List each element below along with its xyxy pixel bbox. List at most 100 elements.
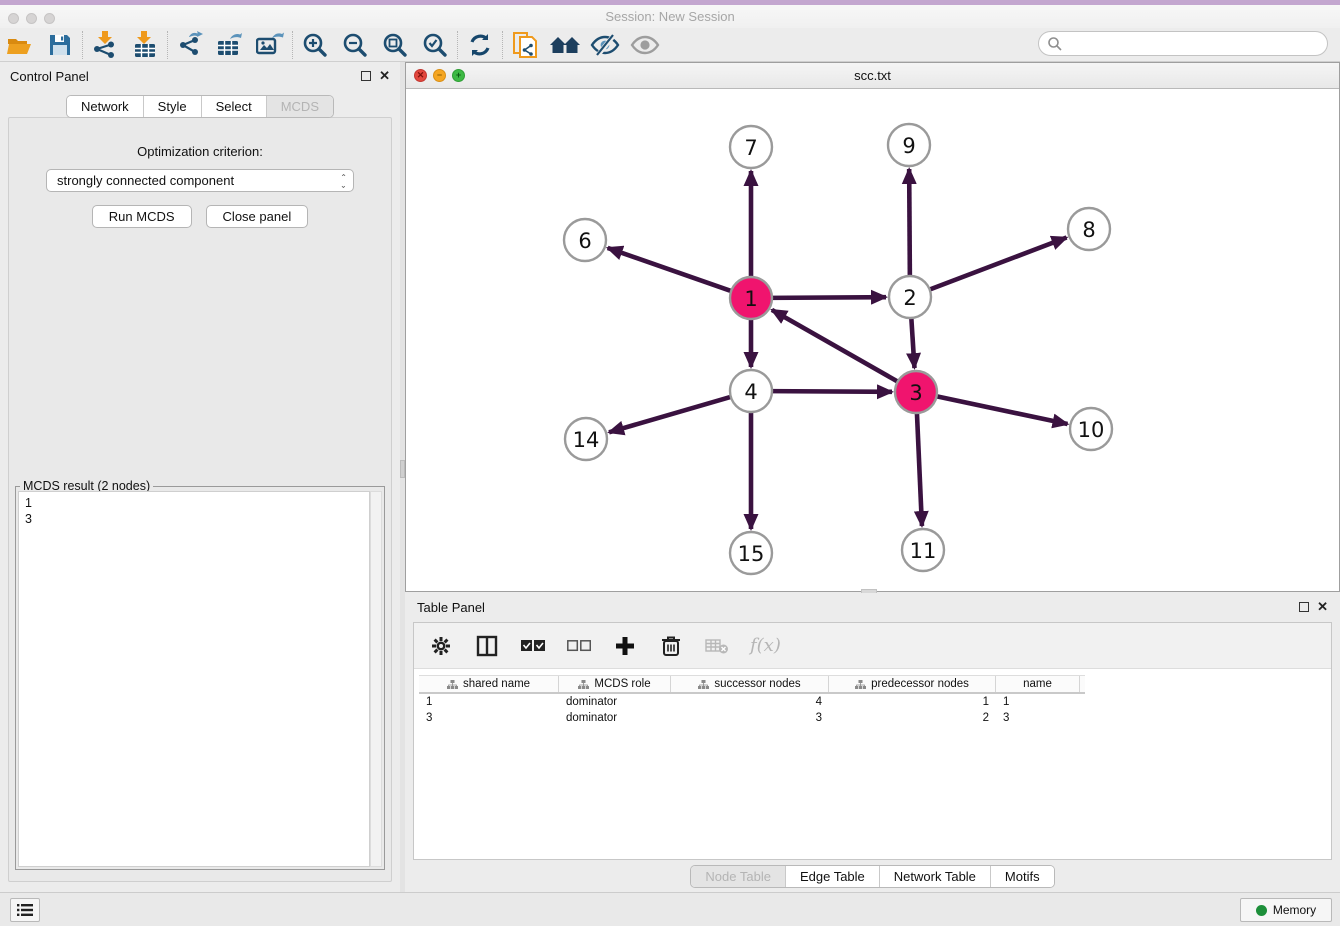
memory-button[interactable]: Memory [1240, 898, 1332, 922]
close-panel-icon[interactable]: ✕ [379, 71, 390, 81]
table-settings-button[interactable] [428, 633, 454, 659]
table-cell[interactable]: 3 [671, 712, 829, 724]
tab-motifs[interactable]: Motifs [991, 866, 1054, 887]
table-cell[interactable]: 4 [671, 696, 829, 708]
node-15[interactable]: 15 [730, 532, 772, 574]
maximize-window-button[interactable] [44, 13, 55, 24]
column-header-successor-nodes[interactable]: successor nodes [671, 676, 829, 692]
network-window-titlebar[interactable]: ✕ − + scc.txt [406, 63, 1339, 89]
save-session-button[interactable] [40, 29, 80, 61]
float-panel-icon[interactable] [361, 71, 371, 81]
criterion-select[interactable]: strongly connected component ⌃⌃ [46, 169, 354, 192]
add-column-button[interactable] [612, 633, 638, 659]
result-scrollbar[interactable] [370, 491, 382, 867]
tab-style[interactable]: Style [144, 96, 202, 117]
delete-table-button[interactable] [704, 633, 730, 659]
import-network-button[interactable] [85, 29, 125, 61]
maximize-view-button[interactable]: + [452, 69, 465, 82]
table-row-0[interactable]: 1dominator411 [419, 694, 1085, 710]
table-cell[interactable]: 1 [996, 696, 1080, 708]
minimize-window-button[interactable] [26, 13, 37, 24]
edge-3-1[interactable] [772, 310, 900, 383]
mcds-result-text[interactable]: 1 3 [18, 491, 370, 867]
close-view-button[interactable]: ✕ [414, 69, 427, 82]
deselect-all-button[interactable] [566, 633, 592, 659]
close-window-button[interactable] [8, 13, 19, 24]
tab-edge-table[interactable]: Edge Table [786, 866, 880, 887]
zoom-in-button[interactable] [295, 29, 335, 61]
edge-1-2[interactable] [770, 297, 886, 298]
node-14[interactable]: 14 [565, 418, 607, 460]
close-table-panel-icon[interactable]: ✕ [1317, 602, 1328, 612]
node-6[interactable]: 6 [564, 219, 606, 261]
zoom-out-button[interactable] [335, 29, 375, 61]
node-1[interactable]: 1 [730, 277, 772, 319]
edge-2-9[interactable] [909, 169, 910, 278]
node-10[interactable]: 10 [1070, 408, 1112, 450]
edge-1-6[interactable] [608, 248, 733, 292]
delete-column-button[interactable] [658, 633, 684, 659]
table-cell[interactable]: 2 [829, 712, 996, 724]
zoom-selected-icon [422, 32, 448, 58]
task-history-button[interactable] [10, 898, 40, 922]
edge-4-3[interactable] [770, 391, 892, 392]
column-visibility-button[interactable] [474, 633, 500, 659]
window-controls[interactable] [8, 13, 55, 24]
column-header-predecessor-nodes[interactable]: predecessor nodes [829, 676, 996, 692]
table-cell[interactable]: dominator [559, 696, 671, 708]
export-image-button[interactable] [250, 29, 290, 61]
zoom-selected-button[interactable] [415, 29, 455, 61]
home-button[interactable] [545, 29, 585, 61]
node-2[interactable]: 2 [889, 276, 931, 318]
table-row-1[interactable]: 3dominator323 [419, 710, 1085, 726]
import-table-button[interactable] [125, 29, 165, 61]
table-cell[interactable]: 1 [419, 696, 559, 708]
edge-2-3[interactable] [911, 316, 914, 368]
node-7[interactable]: 7 [730, 126, 772, 168]
node-label: 6 [578, 229, 591, 253]
edge-3-10[interactable] [935, 396, 1068, 424]
tab-node-table[interactable]: Node Table [691, 866, 786, 887]
tab-network-table[interactable]: Network Table [880, 866, 991, 887]
edge-4-14[interactable] [609, 396, 733, 432]
search-input[interactable] [1063, 37, 1327, 51]
column-header-shared-name[interactable]: shared name [419, 676, 559, 692]
chevron-up-down-icon: ⌃⌃ [340, 175, 347, 187]
node-4[interactable]: 4 [730, 370, 772, 412]
edge-3-11[interactable] [917, 411, 922, 526]
table-cell[interactable]: 3 [996, 712, 1080, 724]
node-3[interactable]: 3 [895, 371, 937, 413]
network-overview-button[interactable] [505, 29, 545, 61]
node-11[interactable]: 11 [902, 529, 944, 571]
zoom-fit-button[interactable] [375, 29, 415, 61]
table-cell[interactable]: 1 [829, 696, 996, 708]
close-panel-button[interactable]: Close panel [206, 205, 309, 228]
tab-select[interactable]: Select [202, 96, 267, 117]
node-label: 1 [744, 287, 757, 311]
table-cell[interactable]: dominator [559, 712, 671, 724]
run-mcds-button[interactable]: Run MCDS [92, 205, 192, 228]
network-canvas[interactable]: 7 9 6 8 1 2 4 3 14 10 15 11 [406, 89, 1339, 591]
export-table-icon [217, 31, 243, 59]
tab-network[interactable]: Network [67, 96, 144, 117]
column-header-name[interactable]: name [996, 676, 1080, 692]
open-session-button[interactable] [0, 29, 40, 61]
export-network-button[interactable] [170, 29, 210, 61]
tab-mcds[interactable]: MCDS [267, 96, 333, 117]
node-table-container: f(x) shared nameMCDS rolesuccessor nodes… [413, 622, 1332, 860]
hide-selected-button[interactable] [585, 29, 625, 61]
edge-2-8[interactable] [928, 238, 1067, 291]
show-all-button[interactable] [625, 29, 665, 61]
float-table-panel-icon[interactable] [1299, 602, 1309, 612]
export-table-button[interactable] [210, 29, 250, 61]
search-field[interactable] [1038, 31, 1328, 56]
node-9[interactable]: 9 [888, 124, 930, 166]
select-all-button[interactable] [520, 633, 546, 659]
refresh-icon [467, 32, 493, 58]
node-8[interactable]: 8 [1068, 208, 1110, 250]
minimize-view-button[interactable]: − [433, 69, 446, 82]
column-header-MCDS-role[interactable]: MCDS role [559, 676, 671, 692]
function-builder-button[interactable]: f(x) [750, 635, 781, 656]
table-cell[interactable]: 3 [419, 712, 559, 724]
apply-layout-button[interactable] [460, 29, 500, 61]
